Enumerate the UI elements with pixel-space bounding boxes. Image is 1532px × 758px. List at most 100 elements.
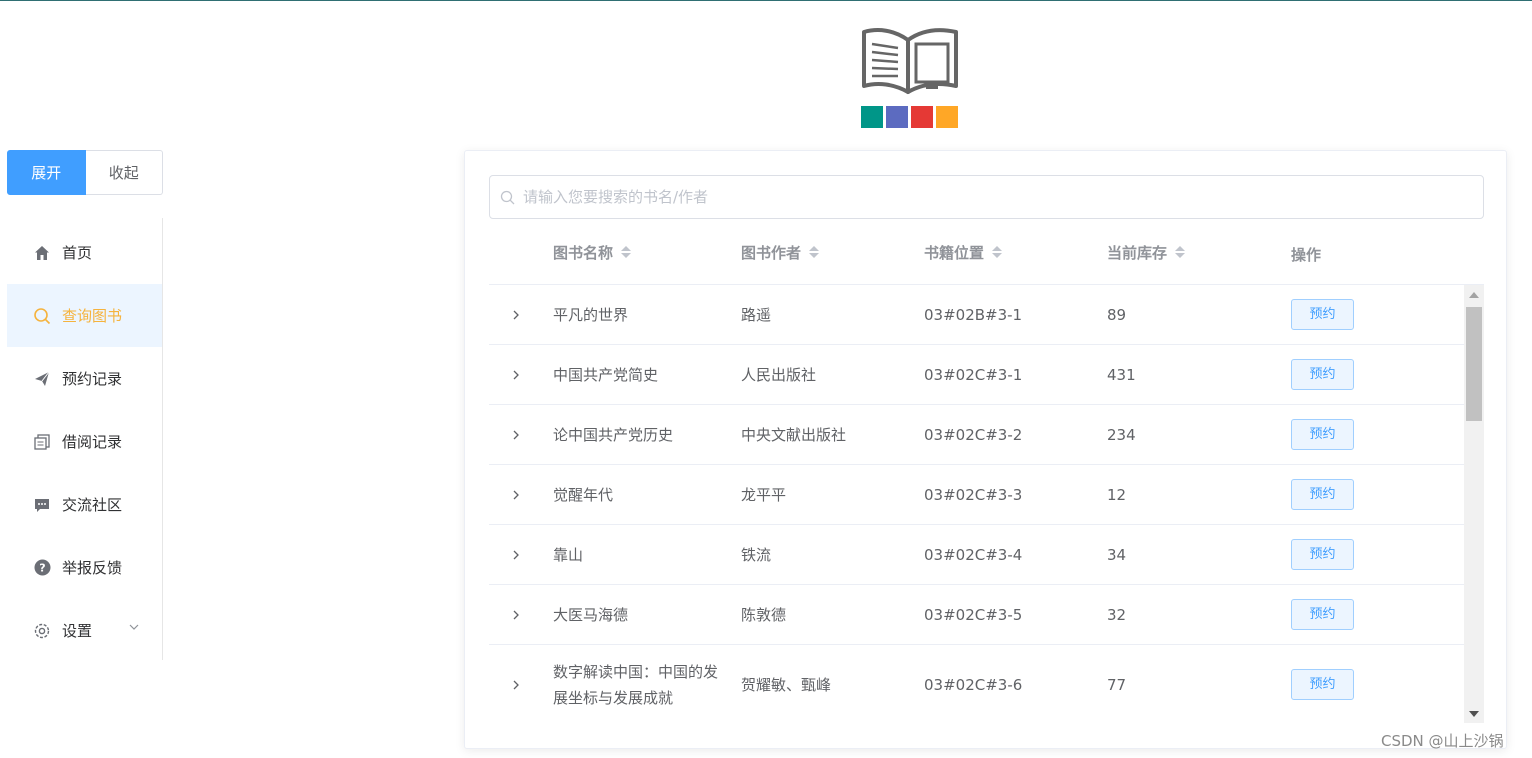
gear-icon xyxy=(33,622,51,640)
svg-text:?: ? xyxy=(39,562,45,575)
question-icon: ? xyxy=(33,559,51,577)
expand-row-icon[interactable] xyxy=(511,405,523,464)
table-row: 中国共产党简史 人民出版社 03#02C#3-1 431 预约 xyxy=(489,345,1464,405)
watermark-text: CSDN @山上沙锅 xyxy=(1381,732,1504,750)
book-name: 平凡的世界 xyxy=(553,305,629,324)
book-stock: 32 xyxy=(1107,605,1127,624)
top-border-line xyxy=(0,0,1532,1)
send-icon xyxy=(33,370,51,388)
sidebar-item-label: 举报反馈 xyxy=(62,559,123,577)
column-header-name[interactable]: 图书名称 xyxy=(553,219,632,285)
column-header-label: 当前库存 xyxy=(1107,243,1168,262)
book-name: 数字解读中国：中国的发展坐标与发展成就 xyxy=(553,662,719,707)
reserve-button[interactable]: 预约 xyxy=(1291,419,1354,450)
book-location: 03#02C#3-4 xyxy=(924,545,1023,564)
reserve-button[interactable]: 预约 xyxy=(1291,479,1354,510)
chevron-down-icon[interactable] xyxy=(128,621,140,633)
reserve-button[interactable]: 预约 xyxy=(1291,359,1354,390)
book-stock: 431 xyxy=(1107,365,1136,384)
book-author: 铁流 xyxy=(741,545,772,564)
column-header-location[interactable]: 书籍位置 xyxy=(924,219,1003,285)
column-header-stock[interactable]: 当前库存 xyxy=(1107,219,1186,285)
search-box[interactable] xyxy=(489,175,1484,219)
expand-row-icon[interactable] xyxy=(511,585,523,644)
sidebar-item-borrow-records[interactable]: 借阅记录 xyxy=(7,410,162,473)
column-header-label: 书籍位置 xyxy=(924,243,985,262)
book-stock: 34 xyxy=(1107,545,1127,564)
sidebar-item-search-books[interactable]: 查询图书 xyxy=(7,284,162,347)
reserve-button[interactable]: 预约 xyxy=(1291,299,1354,330)
book-author: 中央文献出版社 xyxy=(741,425,847,444)
book-author: 龙平平 xyxy=(741,485,787,504)
scrollbar-thumb[interactable] xyxy=(1466,307,1482,421)
sort-icon[interactable] xyxy=(992,246,1003,258)
sidebar-menu: 首页 查询图书 预约记录 借阅记录 交流社区 ? 举报反馈 设置 xyxy=(7,218,163,660)
expand-button[interactable]: 展开 xyxy=(7,150,86,195)
sidebar-item-settings[interactable]: 设置 xyxy=(7,599,162,662)
table-row: 论中国共产党历史 中央文献出版社 03#02C#3-2 234 预约 xyxy=(489,405,1464,465)
search-icon xyxy=(500,190,515,204)
logo-square-red xyxy=(911,106,933,128)
chat-icon xyxy=(33,496,51,514)
expand-row-icon[interactable] xyxy=(511,465,523,524)
book-author: 人民出版社 xyxy=(741,365,817,384)
search-icon xyxy=(33,307,51,325)
sort-icon[interactable] xyxy=(621,246,632,258)
reserve-button[interactable]: 预约 xyxy=(1291,669,1354,700)
book-stock: 234 xyxy=(1107,425,1136,444)
logo-square-teal xyxy=(861,106,883,128)
table-row: 靠山 铁流 03#02C#3-4 34 预约 xyxy=(489,525,1464,585)
expand-row-icon[interactable] xyxy=(511,285,523,344)
scroll-down-arrow-icon[interactable] xyxy=(1469,711,1479,717)
book-name: 中国共产党简史 xyxy=(553,365,659,384)
open-book-logo xyxy=(861,28,958,128)
column-header-label: 图书作者 xyxy=(741,243,802,262)
book-author: 路遥 xyxy=(741,305,772,324)
reserve-button[interactable]: 预约 xyxy=(1291,599,1354,630)
book-name: 大医马海德 xyxy=(553,605,629,624)
book-stock: 89 xyxy=(1107,305,1127,324)
table-row: 数字解读中国：中国的发展坐标与发展成就 贺耀敏、甄峰 03#02C#3-6 77… xyxy=(489,645,1464,723)
book-location: 03#02C#3-6 xyxy=(924,675,1023,694)
sidebar-item-label: 查询图书 xyxy=(62,307,123,325)
book-stock: 12 xyxy=(1107,485,1127,504)
book-location: 03#02B#3-1 xyxy=(924,305,1023,324)
column-header-author[interactable]: 图书作者 xyxy=(741,219,820,285)
search-input[interactable] xyxy=(523,188,1483,206)
expand-row-icon[interactable] xyxy=(511,645,523,723)
sidebar-item-community[interactable]: 交流社区 xyxy=(7,473,162,536)
book-author: 贺耀敏、甄峰 xyxy=(741,675,832,694)
expand-row-icon[interactable] xyxy=(511,345,523,404)
logo-square-indigo xyxy=(886,106,908,128)
book-location: 03#02C#3-5 xyxy=(924,605,1023,624)
sidebar-item-feedback[interactable]: ? 举报反馈 xyxy=(7,536,162,599)
book-search-card: 图书名称 图书作者 书籍位置 当前库存 操作 平凡的世界 路遥 03#02B#3… xyxy=(464,150,1507,749)
sort-icon[interactable] xyxy=(1175,246,1186,258)
expand-row-icon[interactable] xyxy=(511,525,523,584)
scroll-up-arrow-icon[interactable] xyxy=(1469,292,1479,298)
table-row: 平凡的世界 路遥 03#02B#3-1 89 预约 xyxy=(489,285,1464,345)
table-row: 大医马海德 陈敦德 03#02C#3-5 32 预约 xyxy=(489,585,1464,645)
table-scrollbar[interactable] xyxy=(1464,285,1484,723)
collapse-button[interactable]: 收起 xyxy=(85,150,163,195)
home-icon xyxy=(33,244,51,262)
sidebar-item-label: 首页 xyxy=(62,244,93,262)
book-author: 陈敦德 xyxy=(741,605,787,624)
table-body: 平凡的世界 路遥 03#02B#3-1 89 预约 中国共产党简史 人民出版社 … xyxy=(489,285,1464,723)
sidebar-toggle-group: 展开 收起 xyxy=(7,150,163,195)
sidebar-item-label: 设置 xyxy=(62,622,93,640)
reserve-button[interactable]: 预约 xyxy=(1291,539,1354,570)
sidebar-item-label: 借阅记录 xyxy=(62,433,123,451)
sort-icon[interactable] xyxy=(809,246,820,258)
table-header: 图书名称 图书作者 书籍位置 当前库存 操作 xyxy=(489,219,1484,285)
book-location: 03#02C#3-3 xyxy=(924,485,1023,504)
sidebar-item-home[interactable]: 首页 xyxy=(7,221,162,284)
sidebar-item-label: 交流社区 xyxy=(62,496,123,514)
logo-square-orange xyxy=(936,106,958,128)
book-name: 觉醒年代 xyxy=(553,485,614,504)
sidebar-item-reservations[interactable]: 预约记录 xyxy=(7,347,162,410)
book-location: 03#02C#3-2 xyxy=(924,425,1023,444)
book-name: 论中国共产党历史 xyxy=(553,425,674,444)
sidebar-item-label: 预约记录 xyxy=(62,370,123,388)
table-row: 觉醒年代 龙平平 03#02C#3-3 12 预约 xyxy=(489,465,1464,525)
